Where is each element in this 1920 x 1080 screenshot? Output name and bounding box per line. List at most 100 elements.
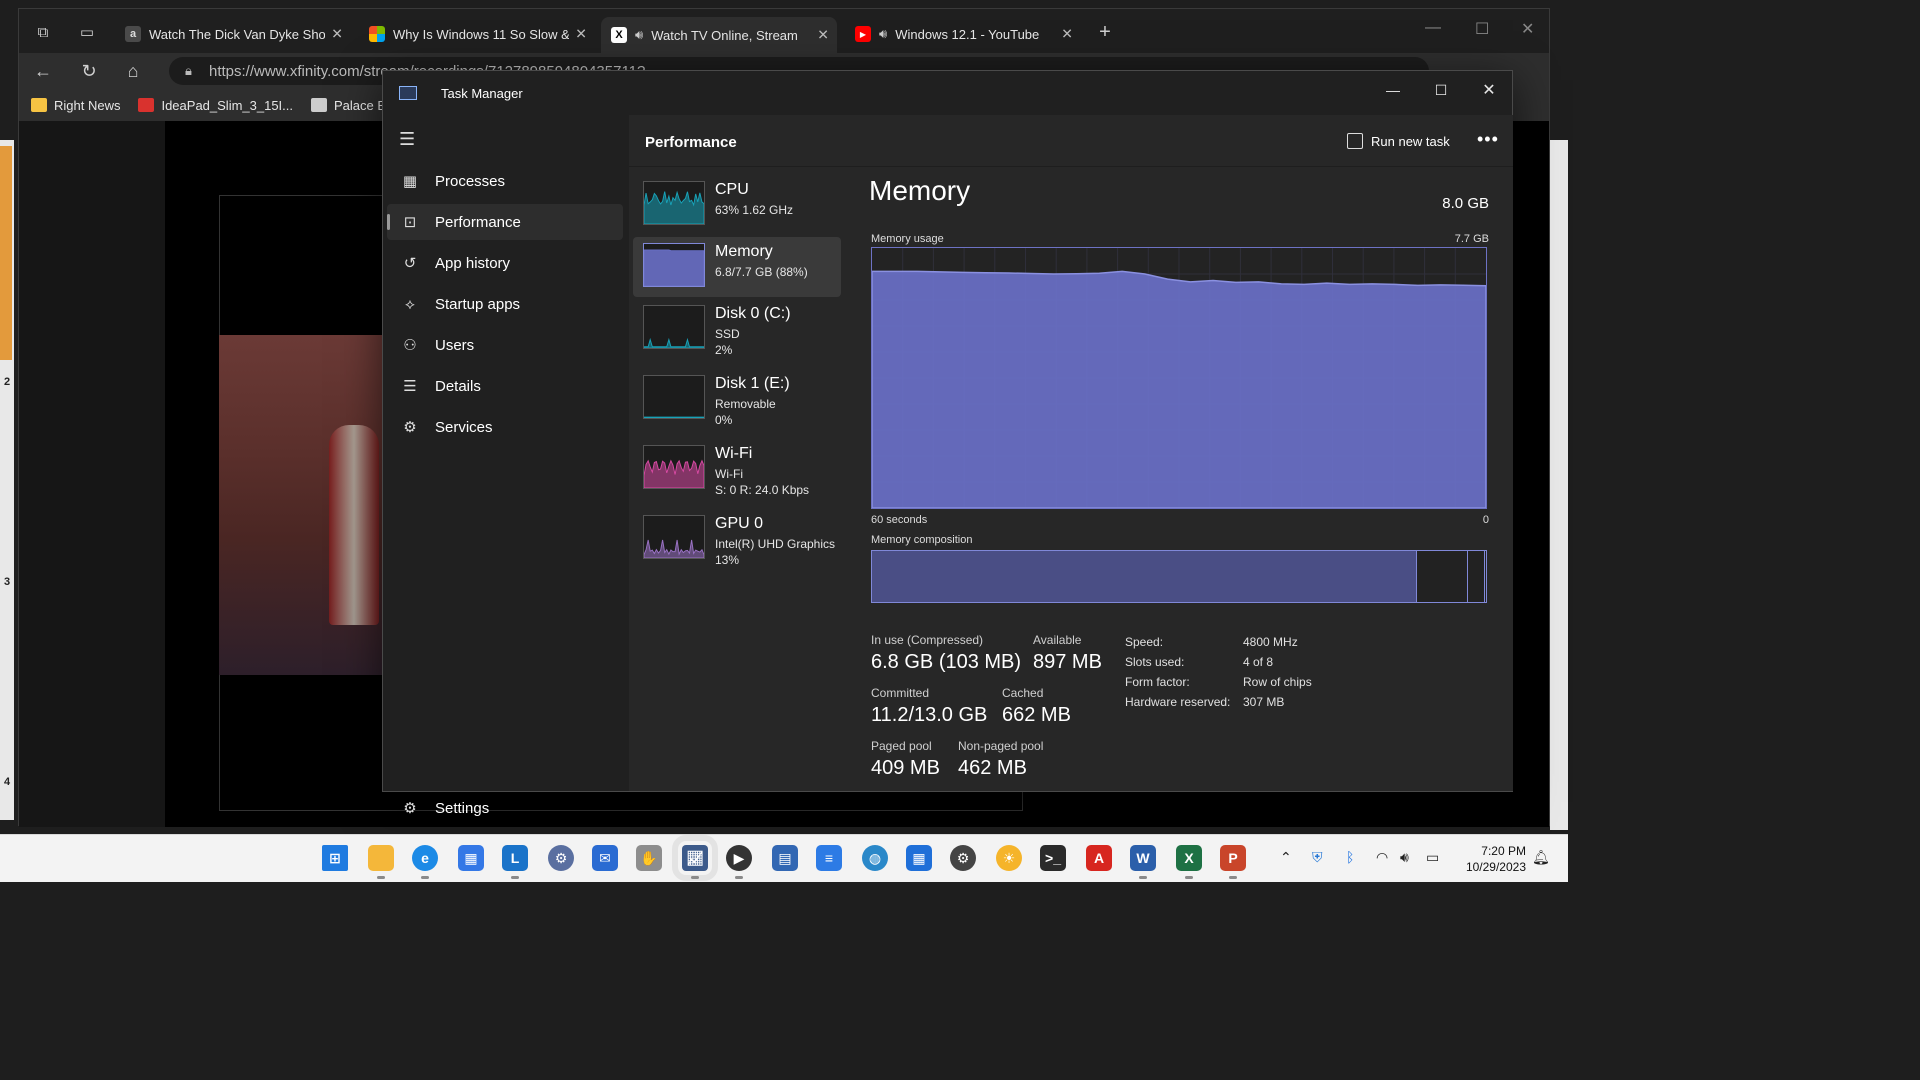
acrobat-icon[interactable]: A (1086, 845, 1112, 871)
close-icon[interactable]: ✕ (1521, 19, 1534, 39)
stat-paged-pool: Paged pool 409 MB (871, 739, 940, 780)
tab-actions-icon[interactable]: ▭ (75, 21, 99, 43)
workspaces-icon[interactable]: ⧉ (31, 21, 55, 43)
minimize-icon[interactable]: — (1425, 19, 1441, 37)
tab-favicon-icon: ▶ (855, 26, 871, 42)
terminal-icon[interactable]: >_ (1040, 845, 1066, 871)
favorite-label: Right News (54, 97, 121, 113)
memory-composition-bar (871, 550, 1487, 603)
start-button-icon[interactable]: ⊞ (322, 845, 348, 871)
tab-close-icon[interactable]: ✕ (817, 27, 829, 44)
resource-wifi[interactable]: Wi-Fi Wi-Fi S: 0 R: 24.0 Kbps (633, 439, 841, 505)
globe-icon[interactable]: ◍ (862, 845, 888, 871)
tab-close-icon[interactable]: ✕ (1061, 26, 1073, 43)
favorite-icon (138, 98, 155, 112)
maximize-icon[interactable]: ☐ (1475, 19, 1489, 39)
resource-cpu[interactable]: CPU 63% 1.62 GHz (633, 175, 841, 235)
calendar-icon[interactable]: ▦ (906, 845, 932, 871)
stat-value: 6.8 GB (103 MB) (871, 651, 1022, 673)
bluetooth-icon[interactable]: ᛒ (1346, 849, 1354, 865)
app-icon[interactable]: ✋ (636, 845, 662, 871)
settings-app-icon[interactable]: ⚙ (548, 845, 574, 871)
browser-tab[interactable]: Why Is Windows 11 So Slow & U ✕ (359, 19, 595, 49)
wifi-icon[interactable]: ◠ (1376, 849, 1388, 866)
task-manager-icon (399, 86, 417, 100)
battery-icon[interactable]: ▭ (1426, 849, 1439, 866)
notification-bell-icon[interactable]: 🔔︎ (1532, 849, 1550, 866)
lock-icon: 🔒︎ (185, 63, 192, 78)
close-icon[interactable]: ✕ (1471, 77, 1507, 103)
memory-total: 8.0 GB (1442, 195, 1489, 212)
favorite-item[interactable]: IdeaPad_Slim_3_15I... (138, 98, 293, 113)
stat-committed: Committed 11.2/13.0 GB (871, 686, 987, 727)
slide-number[interactable]: 4 (4, 776, 10, 788)
hamburger-menu-icon[interactable]: ☰ (399, 129, 415, 150)
powerpoint-icon[interactable]: P (1220, 845, 1246, 879)
time-span-label: 60 seconds (871, 514, 928, 526)
resource-disk[interactable]: Disk 0 (C:) SSD 2% (633, 299, 841, 365)
audio-playing-icon[interactable]: 🔊︎ (879, 26, 887, 42)
favorite-label: IdeaPad_Slim_3_15I... (161, 97, 294, 113)
favorite-item[interactable]: Right News (31, 98, 120, 113)
word-icon[interactable]: W (1130, 845, 1156, 879)
gear-tool-icon[interactable]: ⚙ (950, 845, 976, 871)
task-manager-taskbar-icon[interactable]: 📈︎ (672, 835, 718, 881)
stat-value: 409 MB (871, 757, 940, 779)
title-bar: Task Manager — ☐ ✕ (383, 71, 1512, 115)
run-task-icon (1347, 133, 1363, 149)
nav-services[interactable]: ⚙ Services (387, 409, 623, 445)
clock[interactable]: 7:20 PM 10/29/2023 (1458, 843, 1526, 875)
more-options-button[interactable]: ••• (1477, 129, 1499, 150)
scrollbar[interactable] (1550, 140, 1568, 830)
slide-number[interactable]: 3 (4, 576, 10, 588)
store-icon[interactable]: ▦ (458, 845, 484, 871)
stat-label: Paged pool (871, 739, 932, 753)
refresh-icon[interactable]: ↻ (75, 59, 103, 83)
memory-usage-graph (871, 247, 1487, 509)
nav-settings[interactable]: ⚙ Settings (401, 799, 489, 818)
tab-title: Watch TV Online, Stream Ep (651, 27, 802, 43)
defender-icon[interactable]: ⛨ (1312, 849, 1323, 866)
resource-gpu[interactable]: GPU 0 Intel(R) UHD Graphics 13% (633, 509, 841, 575)
back-icon[interactable]: ← (29, 59, 57, 83)
tab-close-icon[interactable]: ✕ (331, 26, 343, 43)
launcher-icon[interactable]: L (502, 845, 528, 879)
notepad-icon[interactable]: ≡ (816, 845, 842, 871)
run-new-task-button[interactable]: Run new task (1347, 133, 1450, 149)
resource-disk1[interactable]: Disk 1 (E:) Removable 0% (633, 369, 841, 435)
weather-icon[interactable]: ☀ (996, 845, 1022, 871)
performance-icon: ⊡ (403, 214, 417, 231)
volume-icon[interactable]: 🔊︎ (1400, 849, 1409, 866)
resource-mem[interactable]: Memory 6.8/7.7 GB (88%) (633, 237, 841, 297)
mail-icon[interactable]: ✉ (592, 845, 618, 871)
media-player-icon[interactable]: ▶ (726, 845, 752, 879)
tab-title: Watch The Dick Van Dyke Show | (149, 26, 325, 42)
nav-label: Details (435, 377, 481, 395)
nav-startup-apps[interactable]: ⟡ Startup apps (387, 286, 623, 322)
nav-details[interactable]: ☰ Details (387, 368, 623, 404)
edge-icon[interactable]: e (412, 845, 438, 879)
maximize-icon[interactable]: ☐ (1423, 77, 1459, 103)
stat-label: Cached (1002, 686, 1044, 700)
minimize-icon[interactable]: — (1375, 77, 1411, 103)
nav-users[interactable]: ⚇ Users (387, 327, 623, 363)
browser-tab[interactable]: ▶ 🔊︎ Windows 12.1 - YouTube ✕ (845, 19, 1081, 49)
calculator-icon[interactable]: ▤ (772, 845, 798, 871)
home-icon[interactable]: ⌂ (119, 59, 147, 83)
audio-playing-icon[interactable]: 🔊︎ (635, 27, 643, 43)
excel-icon[interactable]: X (1176, 845, 1202, 879)
show-hidden-icons-icon[interactable]: ⌃ (1280, 849, 1292, 866)
history-icon: ↺ (403, 255, 417, 272)
resource-detail: Intel(R) UHD Graphics (715, 537, 836, 551)
tab-close-icon[interactable]: ✕ (575, 26, 587, 43)
resource-detail: 2% (715, 343, 733, 357)
browser-tab[interactable]: X 🔊︎ Watch TV Online, Stream Ep ✕ (601, 17, 837, 53)
nav-app-history[interactable]: ↺ App history (387, 245, 623, 281)
nav-performance[interactable]: ⊡ Performance (387, 204, 623, 240)
spec-row: Form factor: Row of chips (1125, 675, 1312, 689)
nav-processes[interactable]: ▦ Processes (387, 163, 623, 199)
slide-number[interactable]: 2 (4, 376, 10, 388)
browser-tab[interactable]: a Watch The Dick Van Dyke Show | ✕ (115, 19, 351, 49)
file-explorer-icon[interactable] (368, 845, 394, 879)
new-tab-button[interactable]: + (1093, 21, 1117, 43)
